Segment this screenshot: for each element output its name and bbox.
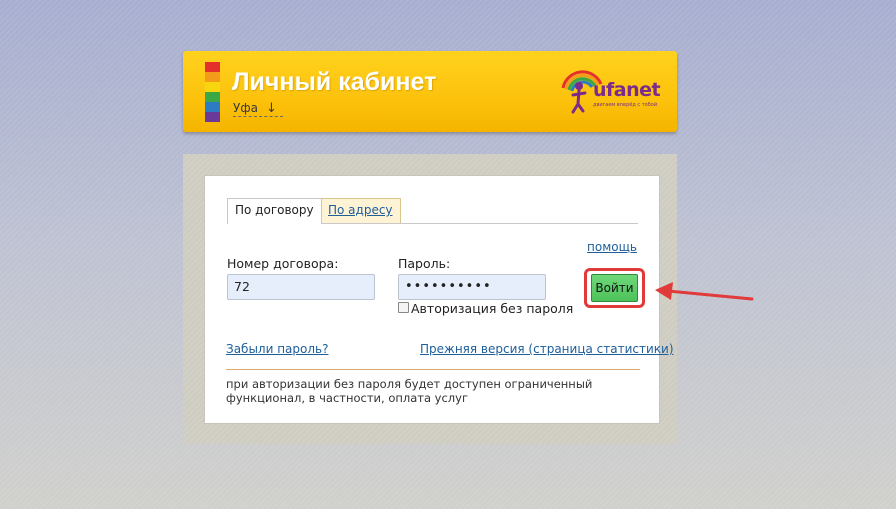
password-input[interactable]: •••••••••• (398, 274, 546, 300)
login-panel: По договору По адресу помощь Номер догов… (204, 175, 674, 424)
city-label: Уфа (233, 101, 258, 115)
passwordless-label: Авторизация без пароля (411, 301, 574, 316)
annotation-arrow-icon (655, 282, 754, 301)
logo-text: ufanet (593, 79, 661, 101)
password-label: Пароль: (398, 256, 451, 271)
old-version-link[interactable]: Прежняя версия (страница статистики) (420, 342, 674, 356)
info-note: при авторизации без пароля будет доступе… (226, 377, 593, 405)
brand-stripes (205, 62, 220, 122)
passwordless-checkbox[interactable] (398, 302, 409, 313)
header-bar: Личный кабинет Уфа ↓ ufanet двигаем вперё… (183, 51, 677, 132)
arrow-down-icon: ↓ (265, 101, 277, 116)
divider (226, 369, 640, 370)
page-title: Личный кабинет (232, 68, 437, 96)
contract-label: Номер договора: (227, 256, 339, 271)
logo-tagline: двигаем вперёд с тобой (593, 102, 658, 108)
city-selector[interactable]: Уфа ↓ (233, 101, 283, 117)
login-frame: По договору По адресу помощь Номер догов… (183, 154, 677, 444)
help-link[interactable]: помощь (587, 240, 637, 254)
tab-by-contract[interactable]: По договору (227, 198, 322, 224)
contract-number-input[interactable]: 72 (227, 274, 375, 300)
login-button[interactable]: Войти (591, 274, 638, 302)
tab-by-address[interactable]: По адресу (320, 198, 401, 223)
forgot-password-link[interactable]: Забыли пароль? (226, 342, 328, 356)
